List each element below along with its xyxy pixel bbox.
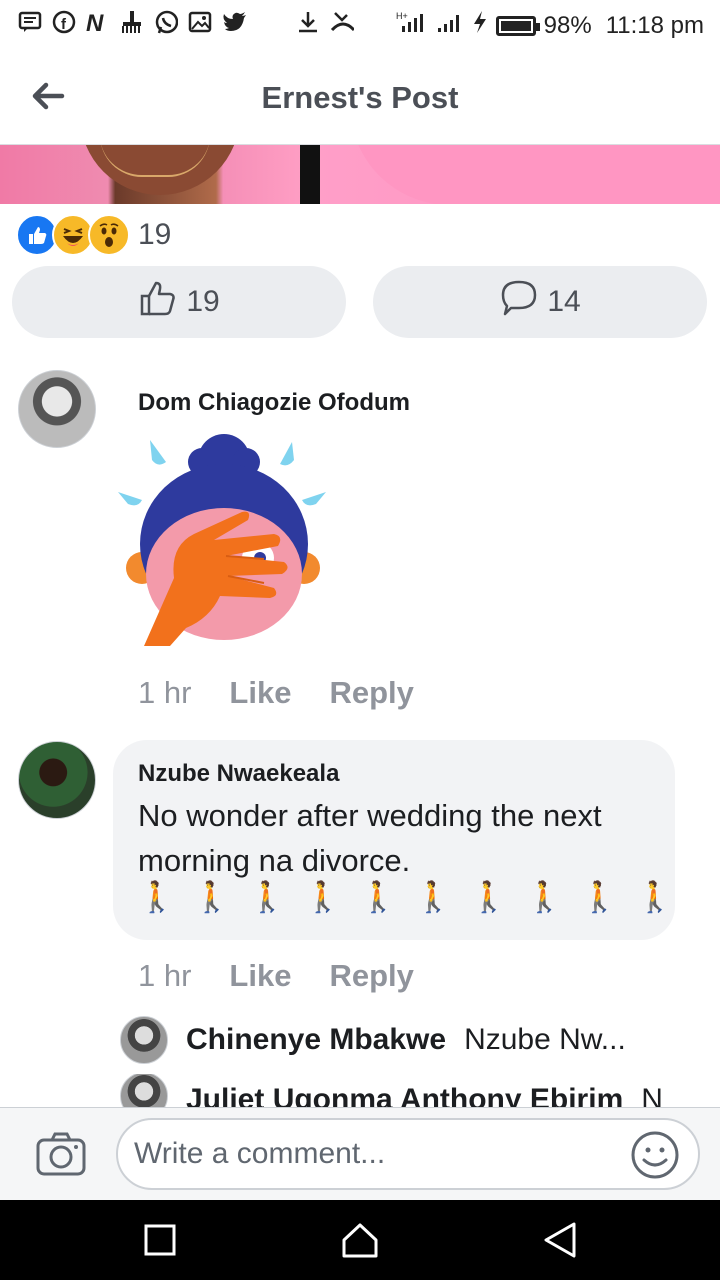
comment-count: 14 [547, 285, 581, 318]
walking-person-emoji: 🚶 [414, 881, 453, 914]
reactions-count: 19 [138, 218, 172, 251]
recents-square-icon[interactable] [138, 1218, 182, 1262]
facepalm-sticker [114, 428, 334, 648]
broom-icon [120, 10, 144, 34]
like-button[interactable]: 19 [12, 266, 346, 338]
notification-icons: f N [18, 10, 354, 34]
svg-text:H+: H+ [396, 11, 408, 21]
page-title: Ernest's Post [261, 80, 459, 115]
reply-preview[interactable]: Chinenye Mbakwe Nzube Nw... [120, 1016, 680, 1064]
comment-time: 1 hr [138, 675, 192, 710]
avatar[interactable] [18, 741, 96, 819]
post-photo[interactable] [0, 145, 720, 204]
gallery-icon [188, 10, 212, 34]
walking-person-emoji: 🚶 [470, 881, 508, 914]
walking-person-emoji: 🚶 [138, 881, 176, 914]
thumbs-up-icon [138, 278, 178, 326]
reply-author: Chinenye Mbakwe [186, 1023, 447, 1056]
emoji-smiley-icon[interactable] [630, 1130, 680, 1180]
download-icon [296, 10, 320, 34]
avatar [120, 1074, 168, 1108]
walking-person-emoji: 🚶 [525, 881, 563, 914]
walking-person-emoji: 🚶 [359, 881, 397, 914]
avatar[interactable] [18, 370, 96, 448]
svg-text:N: N [86, 10, 104, 34]
comment-input[interactable] [132, 1136, 616, 1172]
comment-text: No wonder after wedding the next morning… [138, 798, 602, 878]
avatar [120, 1016, 168, 1064]
comment-author[interactable]: Nzube Nwaekeala [138, 760, 339, 788]
wow-reaction-icon [88, 214, 130, 256]
home-icon[interactable] [338, 1218, 382, 1262]
walking-person-emoji: 🚶 [193, 881, 231, 914]
comment-icon [499, 278, 539, 326]
walking-person-emoji: 🚶 [636, 881, 674, 914]
walking-person-emoji: 🚶 [304, 881, 342, 914]
camera-icon[interactable] [36, 1132, 86, 1176]
battery-icon [495, 15, 540, 36]
charging-icon [472, 10, 488, 41]
missed-call-icon [330, 10, 354, 34]
signal-icon [436, 10, 464, 41]
comment-like-link[interactable]: Like [229, 675, 291, 711]
signal-icon: H+ [396, 10, 428, 41]
clock: 11:18 pm [605, 11, 704, 39]
comment-input-container[interactable] [116, 1118, 700, 1190]
like-count: 19 [186, 285, 220, 318]
message-icon [18, 10, 42, 34]
walking-person-emoji: 🚶 [248, 881, 287, 914]
reply-preview[interactable]: Juliet Ugonma Anthony Ebirim N [120, 1074, 700, 1108]
reply-author: Juliet Ugonma Anthony Ebirim [186, 1083, 624, 1108]
whatsapp-icon [154, 10, 178, 34]
comment-meta: 1 hr Like Reply [138, 675, 414, 711]
facebook-icon: f [52, 10, 76, 34]
reply-text: N [641, 1083, 663, 1108]
comment-reply-link[interactable]: Reply [329, 675, 413, 711]
comment-meta: 1 hr Like Reply [138, 958, 414, 994]
comment-time: 1 hr [138, 958, 192, 993]
reply-text: Nzube Nw... [464, 1023, 626, 1056]
n-app-icon: N [86, 10, 110, 34]
twitter-icon [222, 10, 246, 34]
walking-person-emoji: 🚶 [580, 881, 619, 914]
battery-percent: 98% [543, 11, 592, 39]
comment-reply-link[interactable]: Reply [329, 958, 413, 994]
comment-author[interactable]: Dom Chiagozie Ofodum [138, 389, 410, 417]
back-triangle-icon[interactable] [538, 1218, 582, 1262]
comment-like-link[interactable]: Like [229, 958, 291, 994]
post-header: Ernest's Post [0, 50, 720, 145]
comment-button[interactable]: 14 [373, 266, 707, 338]
reactions-summary[interactable]: 19 [16, 214, 171, 256]
status-right: H+ 98% 11:18 pm [396, 10, 704, 41]
status-bar: f N H+ 98% 11:18 pm [0, 0, 720, 50]
svg-text:f: f [61, 16, 67, 33]
comment-emoji-row: 🚶 🚶 🚶 🚶 🚶 🚶 🚶 🚶 🚶 🚶 [138, 880, 674, 915]
